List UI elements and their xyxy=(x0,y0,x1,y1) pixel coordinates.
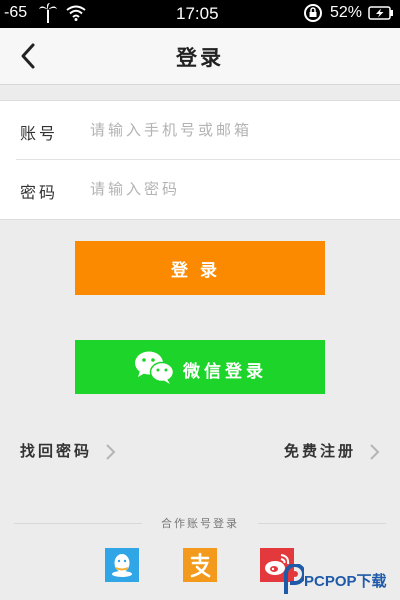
wechat-login-button[interactable]: 微信登录 xyxy=(75,340,325,394)
login-button[interactable]: 登录 xyxy=(75,241,325,295)
account-row: 账号 xyxy=(0,101,400,159)
chevron-right-icon xyxy=(106,444,116,460)
wechat-icon xyxy=(135,351,175,384)
account-label: 账号 xyxy=(20,124,59,143)
palm-tree-icon xyxy=(39,3,57,23)
battery-percent: 52% xyxy=(330,4,363,21)
page-title: 登录 xyxy=(176,46,224,70)
wifi-icon xyxy=(66,5,86,21)
account-input[interactable] xyxy=(90,115,380,145)
register-link[interactable]: 免费注册 xyxy=(284,440,356,461)
qq-icon[interactable] xyxy=(105,548,139,582)
signal-strength: -65 xyxy=(4,4,28,21)
wechat-login-label: 微信登录 xyxy=(183,362,267,382)
battery-icon xyxy=(368,6,393,20)
divider xyxy=(258,523,386,524)
watermark: PCPOP下载 xyxy=(276,562,398,598)
rotation-lock-icon xyxy=(304,4,322,22)
status-bar: -65 17:05 52% xyxy=(0,0,400,28)
password-input[interactable] xyxy=(90,174,380,204)
password-label: 密码 xyxy=(20,183,59,202)
clock: 17:05 xyxy=(176,4,219,23)
nav-bar: 登录 xyxy=(0,28,400,85)
alipay-icon[interactable] xyxy=(183,548,217,582)
watermark-text: PCPOP下载 xyxy=(304,573,387,590)
pcpop-logo-icon xyxy=(284,564,304,594)
password-row: 密码 xyxy=(0,160,400,218)
chevron-right-icon xyxy=(370,444,380,460)
forgot-password-link[interactable]: 找回密码 xyxy=(20,440,92,461)
login-form: 账号 密码 xyxy=(0,100,400,220)
